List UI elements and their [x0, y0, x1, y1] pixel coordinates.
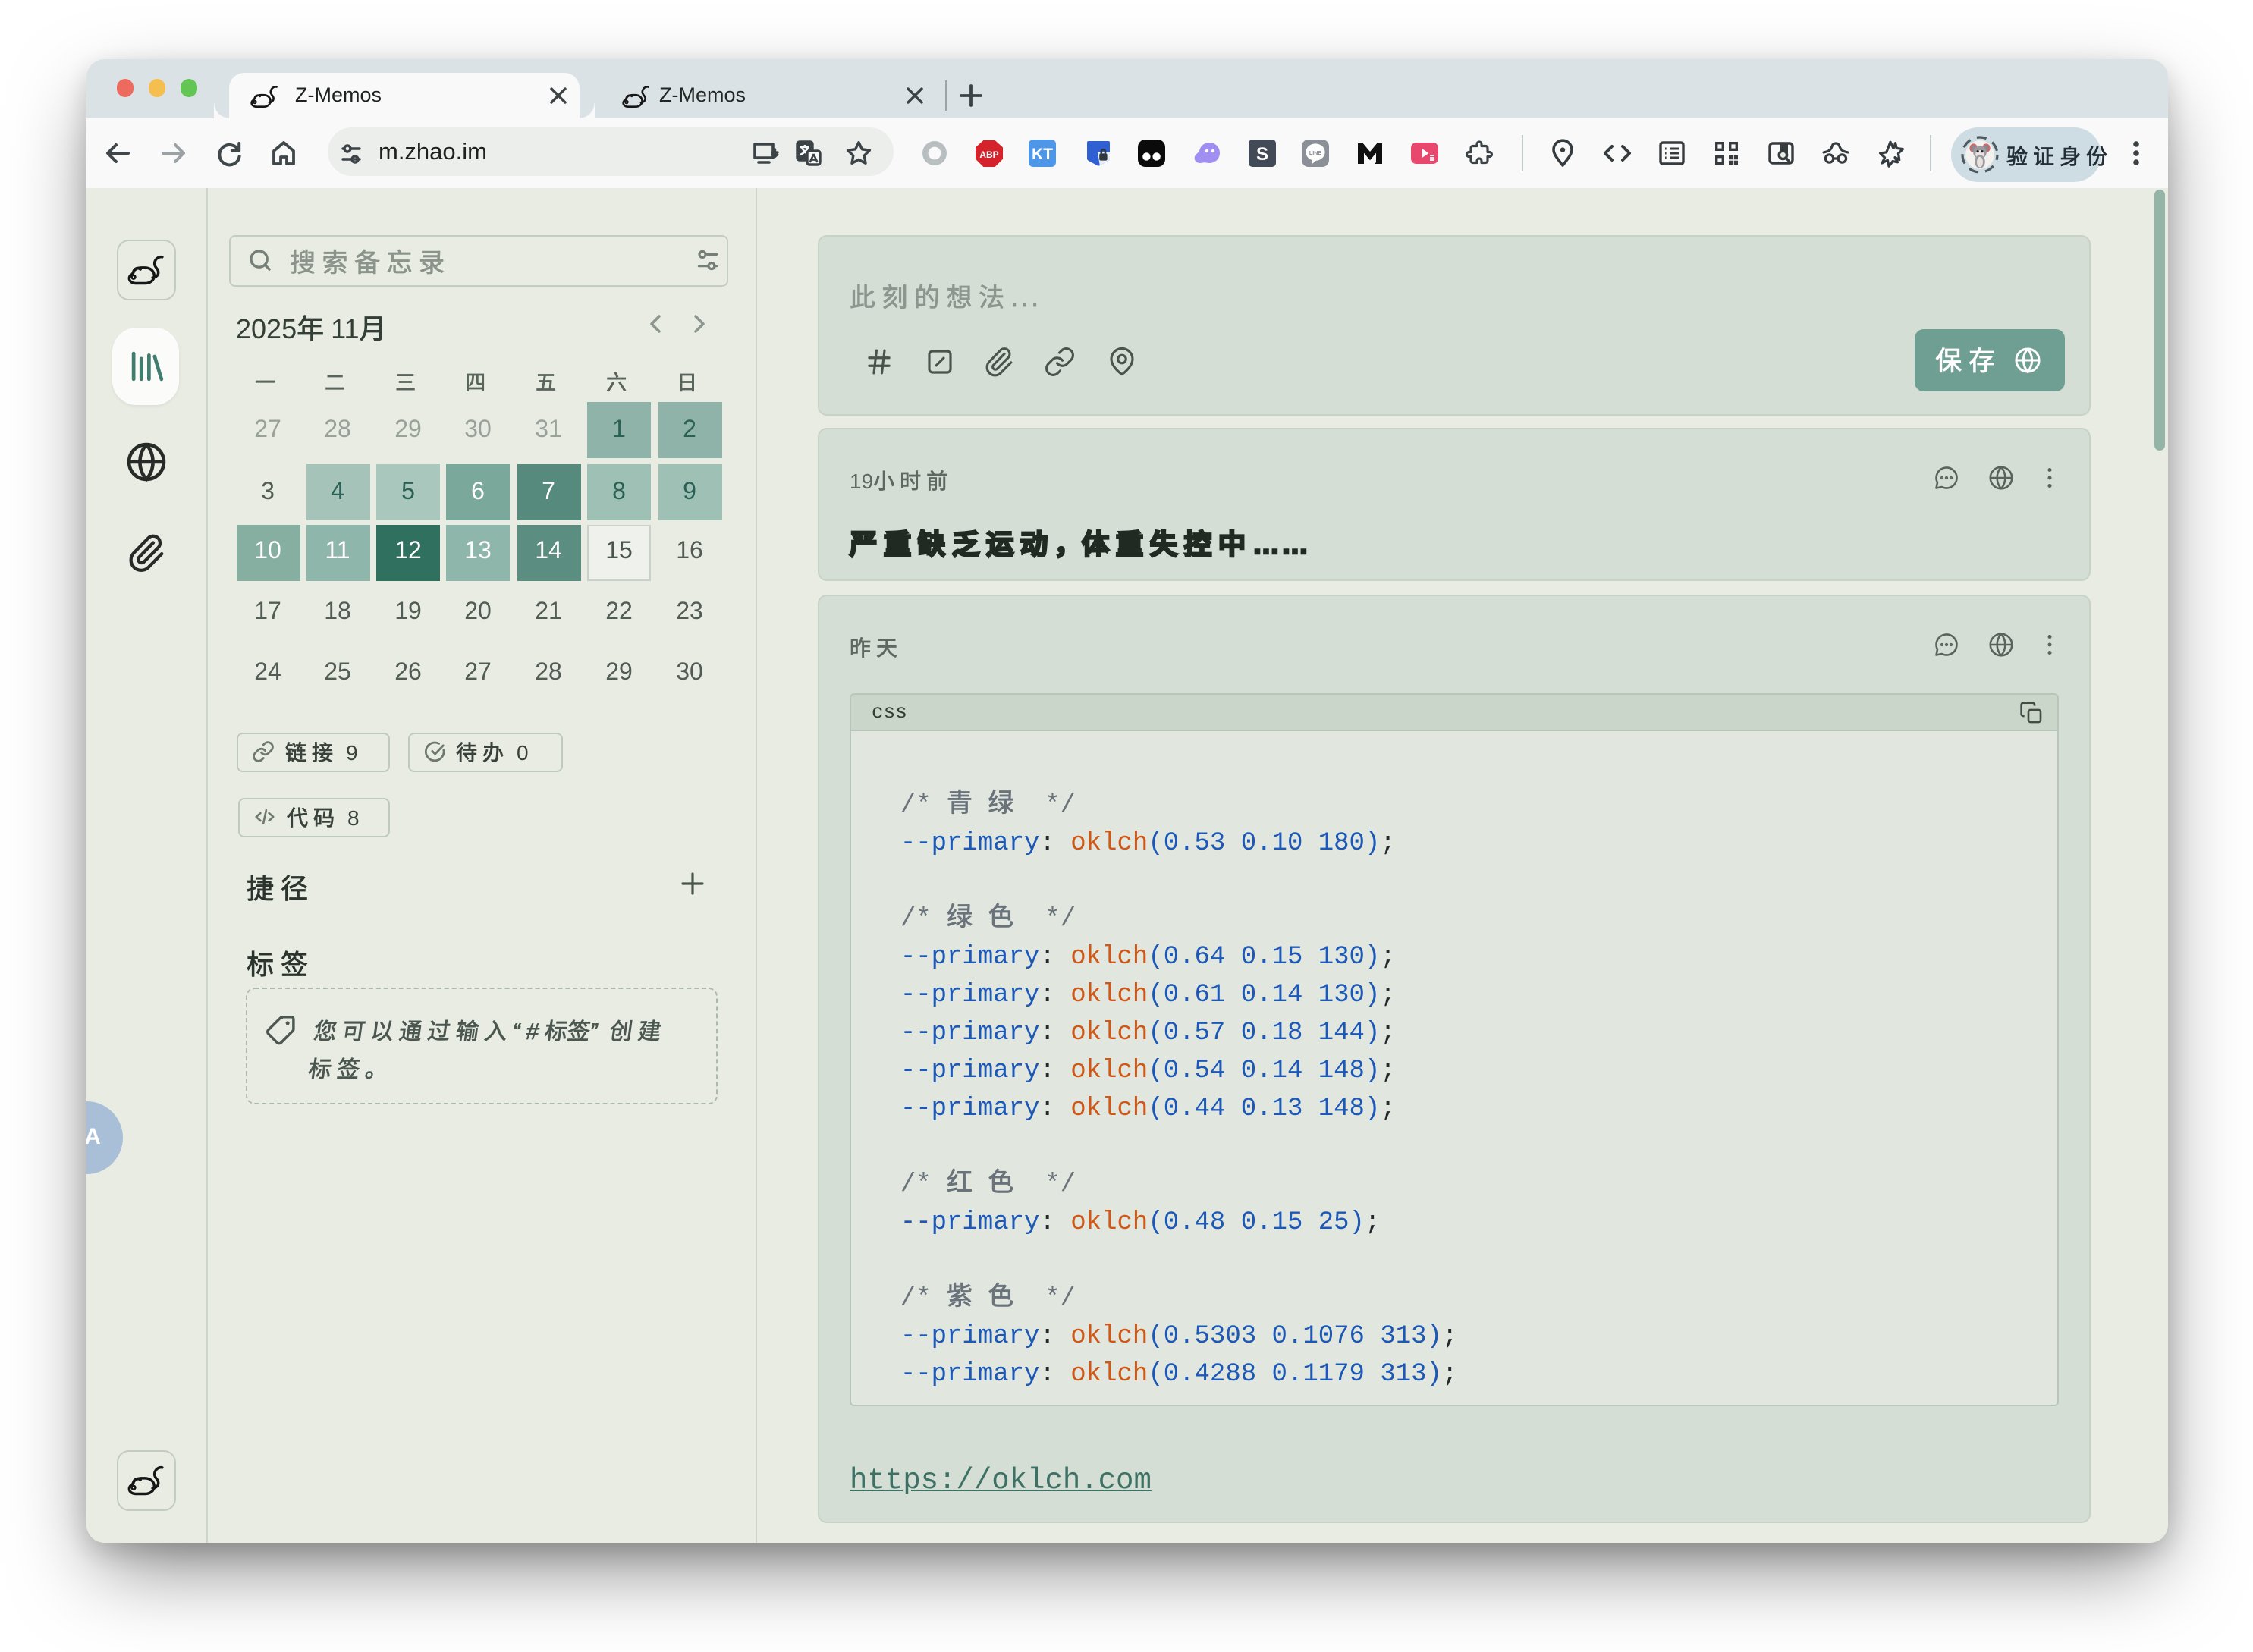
svg-text:ABP: ABP — [979, 149, 998, 160]
svg-text:KT: KT — [1032, 146, 1053, 163]
svg-text:LINE: LINE — [1309, 149, 1321, 156]
svg-text:S: S — [1255, 144, 1268, 165]
